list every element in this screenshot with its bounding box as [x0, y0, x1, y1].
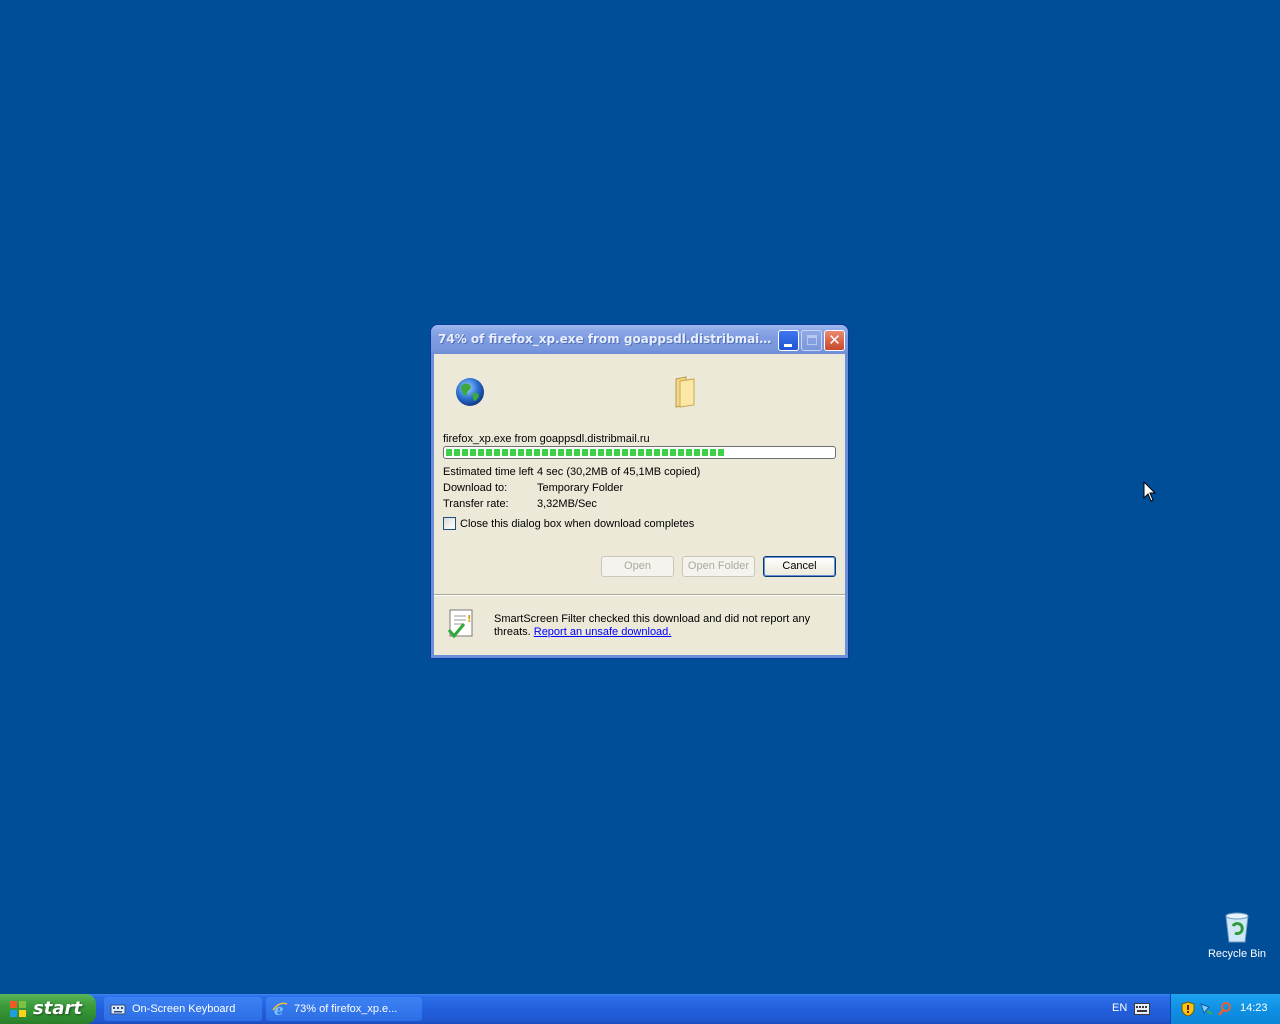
dialog-separator — [434, 594, 845, 596]
language-indicator[interactable]: EN — [1112, 1002, 1127, 1014]
maximize-button — [801, 330, 822, 351]
maximize-icon — [807, 335, 817, 345]
transfer-rate-label: Transfer rate: — [443, 498, 509, 510]
dialog-titlebar[interactable]: 74% of firefox_xp.exe from goappsdl.dist… — [431, 325, 848, 354]
smartscreen-message: SmartScreen Filter checked this download… — [494, 613, 814, 639]
minimize-icon — [784, 344, 792, 347]
clock[interactable]: 14:23 — [1240, 1002, 1268, 1014]
transfer-rate-value: 3,32MB/Sec — [537, 498, 597, 510]
estimated-time-value: 4 sec (30,2MB of 45,1MB copied) — [537, 466, 701, 478]
cancel-button[interactable]: Cancel — [763, 556, 836, 577]
download-to-label: Download to: — [443, 482, 508, 494]
open-button[interactable]: Open — [601, 556, 674, 577]
report-unsafe-link[interactable]: Report an unsafe download. — [534, 626, 672, 638]
svg-text:!: ! — [467, 614, 472, 625]
progress-fill — [446, 449, 725, 456]
close-when-done-label[interactable]: Close this dialog box when download comp… — [460, 518, 694, 530]
download-to-value: Temporary Folder — [537, 482, 624, 494]
taskbar-item-download[interactable]: e 73% of firefox_xp.e... — [266, 997, 422, 1021]
globe-icon — [456, 378, 484, 406]
keyboard-layout-icon[interactable] — [1134, 1003, 1150, 1015]
taskbar-item-on-screen-keyboard[interactable]: On-Screen Keyboard — [104, 997, 262, 1021]
network-icon[interactable] — [1198, 1001, 1214, 1017]
download-dialog: 74% of firefox_xp.exe from goappsdl.dist… — [431, 325, 848, 658]
taskbar-item-label: On-Screen Keyboard — [132, 1003, 236, 1015]
estimated-time-label: Estimated time left — [443, 466, 534, 478]
download-to-row: Download to: Temporary Folder — [443, 482, 623, 494]
start-button[interactable]: start — [0, 994, 96, 1024]
windows-logo-icon — [10, 1001, 26, 1017]
folder-icon — [675, 376, 695, 408]
close-icon: ✕ — [828, 331, 841, 349]
security-shield-icon[interactable] — [1180, 1001, 1196, 1017]
close-button[interactable]: ✕ — [824, 330, 845, 351]
system-tray: 14:23 — [1170, 994, 1280, 1024]
recycle-bin-icon — [1225, 912, 1249, 943]
minimize-button[interactable] — [778, 330, 799, 351]
taskbar-item-label: 73% of firefox_xp.e... — [294, 1003, 398, 1015]
search-icon[interactable] — [1217, 1001, 1233, 1017]
dialog-body: firefox_xp.exe from goappsdl.distribmail… — [434, 354, 845, 655]
estimated-time-row: Estimated time left 4 sec (30,2MB of 45,1… — [443, 466, 700, 478]
smartscreen-icon: ! — [447, 609, 473, 639]
keyboard-icon — [110, 1004, 126, 1015]
download-filename: firefox_xp.exe from goappsdl.distribmail… — [443, 433, 650, 445]
ie-icon: e — [272, 1001, 288, 1017]
recycle-bin-shortcut[interactable]: Recycle Bin — [1205, 910, 1269, 960]
download-progress-bar — [443, 446, 836, 459]
recycle-bin-label: Recycle Bin — [1207, 948, 1267, 960]
open-folder-button[interactable]: Open Folder — [682, 556, 755, 577]
taskbar: start On-Screen Keyboard e 73% of firefo… — [0, 994, 1280, 1024]
transfer-rate-row: Transfer rate: 3,32MB/Sec — [443, 498, 597, 510]
close-when-done-checkbox[interactable] — [443, 517, 456, 530]
start-label: start — [33, 998, 82, 1019]
dialog-title: 74% of firefox_xp.exe from goappsdl.dist… — [438, 332, 774, 346]
mouse-cursor-icon — [1143, 481, 1157, 502]
close-when-done-option[interactable]: Close this dialog box when download comp… — [443, 517, 694, 530]
